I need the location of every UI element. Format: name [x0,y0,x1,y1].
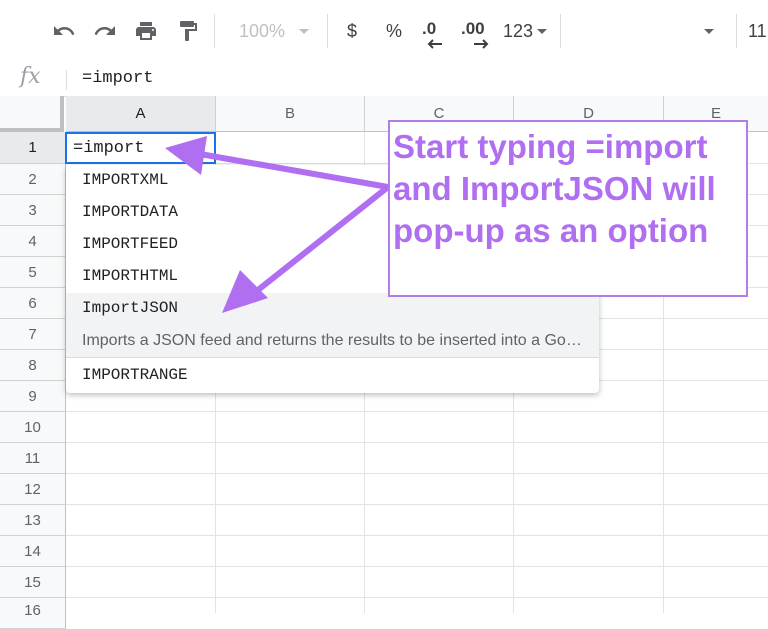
arrow-right-icon [474,39,489,49]
percent-format-button[interactable]: % [380,0,408,62]
currency-label: $ [346,20,357,41]
font-size-select[interactable]: 11 [748,0,768,62]
active-cell-value: =import [73,139,145,158]
row-header[interactable]: 15 [0,567,66,598]
autocomplete-description-text: Imports a JSON feed and returns the resu… [82,332,587,349]
row-header[interactable]: 8 [0,350,66,381]
undo-icon[interactable] [48,0,80,62]
row-header[interactable]: 13 [0,505,66,536]
annotation-text: Start typing =import and ImportJSON will… [393,128,716,249]
formula-input[interactable]: =import [82,69,153,88]
percent-label: % [385,20,402,41]
autocomplete-description: Imports a JSON feed and returns the resu… [66,325,599,358]
arrow-left-icon [427,39,442,49]
currency-format-button[interactable]: $ [339,0,365,62]
row-header[interactable]: 11 [0,443,66,474]
select-all-corner[interactable] [0,96,64,132]
row-header[interactable]: 7 [0,319,66,350]
autocomplete-item-label: ImportJSON [82,299,179,317]
formula-bar: fx =import [0,62,768,97]
zoom-value: 100% [238,20,286,41]
row-header[interactable]: 5 [0,257,66,288]
row-header[interactable]: 14 [0,536,66,567]
chevron-down-icon [299,28,310,34]
row-header[interactable]: 10 [0,412,66,443]
column-header-b[interactable]: B [216,96,365,132]
font-family-select[interactable] [570,0,720,62]
row-header[interactable]: 12 [0,474,66,505]
chevron-down-icon [704,28,714,34]
paint-format-icon[interactable] [172,0,204,62]
font-size-value: 11 [748,20,767,41]
column-header-a[interactable]: A [66,96,216,132]
autocomplete-item-importjson[interactable]: ImportJSON [66,293,599,325]
autocomplete-item-label: IMPORTXML [82,171,169,189]
annotation-callout: Start typing =import and ImportJSON will… [388,120,748,297]
row-header[interactable]: 4 [0,226,66,257]
toolbar-divider [327,14,328,48]
decrease-decimal-label: .0 [422,19,437,38]
row-header[interactable]: 2 [0,164,66,195]
fx-icon: fx [20,64,41,89]
row-header[interactable]: 16 [0,598,66,629]
active-cell-a1[interactable]: =import [65,132,216,164]
decrease-decimal-button[interactable]: .0 [418,0,448,62]
increase-decimal-label: .00 [461,19,485,38]
autocomplete-item-label: IMPORTFEED [82,235,179,253]
toolbar-divider [214,14,215,48]
row-header[interactable]: 3 [0,195,66,226]
toolbar-divider [560,14,561,48]
autocomplete-item-label: IMPORTHTML [82,267,179,285]
increase-decimal-button[interactable]: .00 [458,0,494,62]
toolbar-divider [736,14,737,48]
formula-bar-divider [66,70,67,90]
chevron-down-icon [537,28,548,34]
row-header[interactable]: 6 [0,288,66,319]
redo-icon[interactable] [89,0,121,62]
zoom-select[interactable]: 100% [230,0,318,62]
more-formats-label: 123 [502,20,534,41]
autocomplete-item-importrange[interactable]: IMPORTRANGE [66,360,599,392]
autocomplete-item-label: IMPORTDATA [82,203,179,221]
row-header[interactable]: 9 [0,381,66,412]
autocomplete-item-label: IMPORTRANGE [82,366,188,384]
row-header[interactable]: 1 [0,132,66,164]
print-icon[interactable] [130,0,162,62]
toolbar: 100% $ % .0 .00 123 11 [0,0,768,63]
more-formats-button[interactable]: 123 [500,0,550,62]
